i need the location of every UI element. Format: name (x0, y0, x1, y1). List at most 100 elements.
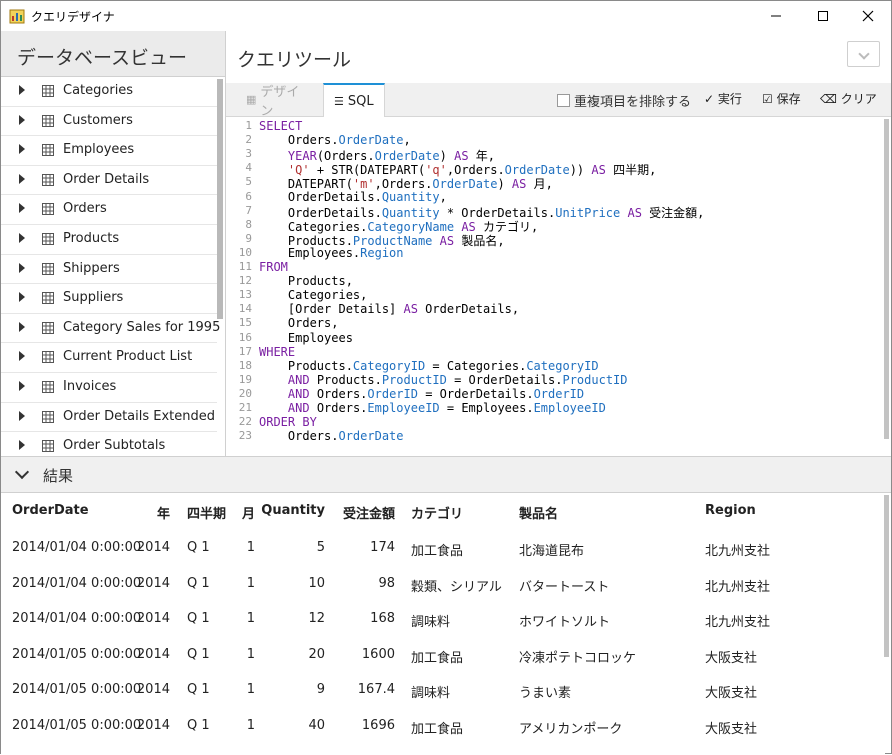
table-icon (42, 173, 54, 186)
results-header[interactable]: 結果 (1, 456, 891, 493)
results-title: 結果 (43, 467, 74, 485)
tree-item[interactable]: Current Product List (1, 343, 217, 373)
save-button[interactable]: ☑ 保存 (762, 90, 801, 107)
expand-arrow-icon[interactable] (19, 410, 25, 421)
table-cell: Q 1 (187, 717, 210, 733)
column-header[interactable]: 受注金額 (343, 503, 395, 522)
expand-arrow-icon[interactable] (19, 381, 25, 391)
list-icon: ☰ (334, 94, 344, 108)
tree-item[interactable]: Order Details Extended (1, 403, 217, 433)
table-cell: バタートースト (519, 579, 610, 595)
clear-button[interactable]: ⌫ クリア (820, 90, 877, 107)
tool-dropdown-button[interactable] (847, 41, 880, 67)
expand-arrow-icon[interactable] (19, 440, 25, 451)
table-cell: 1 (246, 717, 255, 733)
tree-item-label: Shippers (63, 260, 120, 276)
sql-editor[interactable]: 1 2 3 4 5 6 7 8 9 10 11 12 13 14 15 16 17 18 19 20 21 22 23 SE… (226, 117, 891, 456)
tree-item[interactable]: Order Details (1, 166, 217, 196)
expand-arrow-icon[interactable] (19, 262, 25, 273)
tree-item[interactable]: Category Sales for 1995 (1, 314, 220, 344)
tree-item[interactable]: Employees (1, 136, 217, 166)
table-row[interactable]: 2014/01/04 0:00:00 2014 Q 1 1 12 168 調味料 ホワイトソル… (1, 601, 885, 636)
table-cell: 加工食品 (411, 721, 464, 737)
column-header[interactable]: カテゴリ (411, 503, 463, 522)
code-line: FROM (259, 260, 288, 274)
results-grid: OrderDate 年四半期月 Quantity 受注金額 カテゴリ 製品名 Region 2… (1, 493, 885, 755)
table-cell: アメリカンポーク (519, 721, 623, 737)
table-cell: 調味料 (411, 686, 451, 701)
expand-arrow-icon[interactable] (19, 173, 25, 184)
expand-arrow-icon[interactable] (19, 144, 25, 155)
tree-item[interactable]: Invoices (1, 373, 217, 403)
table-icon (42, 321, 54, 334)
tree-item-label: Suppliers (63, 290, 124, 306)
tree-item[interactable]: Products (1, 225, 217, 255)
minimize-button[interactable] (753, 1, 799, 31)
close-button[interactable] (845, 1, 891, 31)
expand-arrow-icon[interactable] (19, 233, 25, 243)
expand-arrow-icon[interactable] (19, 292, 25, 303)
results-scrollbar[interactable] (884, 495, 889, 657)
table-row[interactable]: 2014/01/05 0:00:00 2014 Q 1 1 9 167.4 調味料 うまい素 大… (1, 672, 885, 707)
editor-scrollbar[interactable] (884, 119, 889, 439)
column-header[interactable]: Region (705, 503, 756, 518)
tab-design-label: デザイン (260, 84, 300, 119)
tree-item[interactable]: Shippers (1, 255, 217, 285)
tab-sql[interactable]: ☰ SQL (323, 83, 385, 117)
column-header[interactable]: 製品名 (519, 503, 558, 522)
table-cell: 北九州支社 (705, 615, 771, 630)
table-cell: 10 (308, 575, 325, 591)
code-line: Orders.OrderDate, (259, 133, 411, 147)
tree-item[interactable]: Customers (1, 107, 217, 137)
table-cell: 大阪支社 (705, 686, 758, 701)
expand-arrow-icon[interactable] (19, 351, 25, 362)
table-row[interactable]: 2014/01/05 0:00:00 2014 Q 1 1 40 1696 加工食品 アメリカ… (1, 708, 885, 743)
expand-arrow-icon[interactable] (19, 203, 25, 214)
table-icon (42, 233, 54, 245)
tree-item-label: Categories (63, 83, 134, 98)
table-row[interactable]: 2014/01/04 0:00:00 2014 Q 1 1 5 174 加工食品 北海道昆布 北… (1, 530, 885, 565)
table-cell: 2014 (136, 717, 170, 733)
code-line: OrderDetails.Quantity, (259, 190, 447, 204)
tree-item-label: Products (63, 231, 120, 246)
table-cell: うまい素 (519, 686, 572, 701)
column-header[interactable]: 年 (157, 503, 170, 522)
tree-item[interactable]: Orders (1, 195, 217, 225)
maximize-button[interactable] (800, 1, 846, 31)
expand-arrow-icon[interactable] (19, 114, 25, 125)
run-label: 実行 (717, 92, 742, 106)
distinct-checkbox[interactable]: 重複項目を排除する (557, 91, 691, 110)
code-line: [Order Details] AS OrderDetails, (259, 302, 519, 316)
expand-arrow-icon[interactable] (19, 85, 25, 95)
code-token: AS (439, 233, 455, 248)
table-row[interactable]: 2014/01/05 0:00:00 2014 Q 1 1 20 1600 加工食品 冷凍ポテ… (1, 637, 885, 672)
tab-design[interactable]: ▦ デザイン (236, 83, 322, 119)
table-cell: 調味料 (411, 615, 451, 630)
tree-item[interactable]: Suppliers (1, 284, 217, 314)
code-line: AND Orders.EmployeeID = Employees.Employ… (259, 401, 606, 415)
column-header[interactable]: OrderDate (12, 503, 89, 518)
column-header[interactable]: 月 (242, 503, 255, 522)
table-icon (42, 144, 54, 157)
code-token: EmployeeID (367, 401, 440, 415)
tree-item[interactable]: Order Subtotals (1, 432, 217, 456)
table-row[interactable]: 2014/01/04 0:00:00 2014 Q 1 1 10 98 穀類、シリアル バター… (1, 566, 885, 601)
expand-arrow-icon[interactable] (19, 321, 25, 332)
run-button[interactable]: ✓ 実行 (704, 90, 742, 107)
code-token: = Categories. (425, 358, 527, 373)
code-token: , (403, 133, 411, 148)
column-header[interactable]: 四半期 (187, 503, 226, 522)
table-cell: 大阪支社 (705, 721, 758, 737)
table-icon (42, 440, 54, 453)
table-cell: 北九州支社 (705, 579, 771, 595)
table-icon (42, 114, 54, 127)
code-token: ProductID (381, 372, 447, 387)
column-header[interactable]: Quantity (261, 503, 325, 518)
code-token: ORDER BY (259, 415, 317, 430)
tree-scrollbar[interactable] (217, 79, 223, 319)
table-icon (42, 351, 54, 364)
line-number: 12 (238, 274, 252, 288)
tree-item[interactable]: Categories (1, 77, 217, 107)
checkbox-box[interactable] (557, 94, 570, 107)
